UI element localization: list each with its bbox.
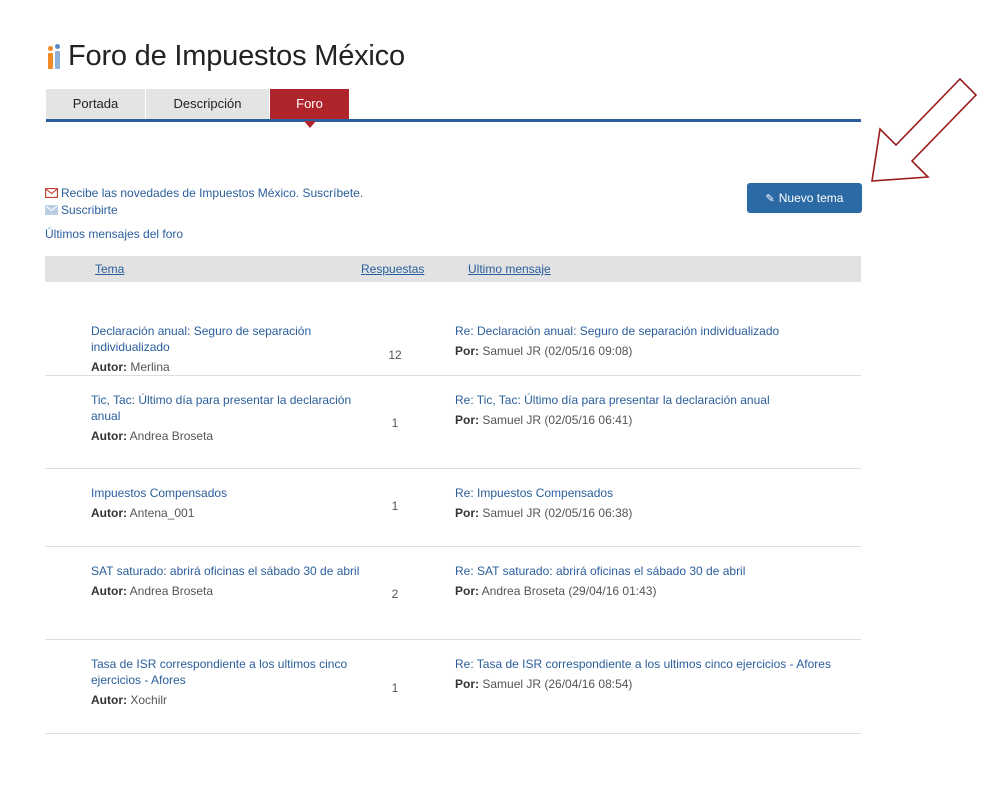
forum-table: Tema Respuestas Ultimo mensaje Declaraci… bbox=[45, 256, 861, 734]
last-posts-link[interactable]: Últimos mensajes del foro bbox=[45, 227, 183, 241]
topic-cell: Impuestos Compensados Autor: Antena_001 bbox=[91, 485, 366, 520]
impuestos-logo-icon bbox=[46, 43, 64, 70]
topic-cell: Tic, Tac: Último día para presentar la d… bbox=[91, 392, 366, 443]
table-row: Declaración anual: Seguro de separación … bbox=[45, 282, 861, 376]
last-message-author: Por: Andrea Broseta (29/04/16 01:43) bbox=[455, 584, 657, 598]
tab-bar: Portada Descripción Foro bbox=[46, 89, 861, 128]
replies-count: 12 bbox=[388, 348, 402, 362]
replies-count: 1 bbox=[391, 681, 399, 695]
table-row: Tic, Tac: Último día para presentar la d… bbox=[45, 376, 861, 469]
site-header: Foro de Impuestos México bbox=[46, 40, 405, 73]
tab-portada[interactable]: Portada bbox=[46, 89, 146, 119]
tab-foro[interactable]: Foro bbox=[270, 89, 350, 128]
topic-author: Autor: Andrea Broseta bbox=[91, 584, 214, 598]
table-header: Tema Respuestas Ultimo mensaje bbox=[45, 256, 861, 282]
topic-author: Autor: Merlina bbox=[91, 360, 170, 374]
subscribe-link[interactable]: Suscribirte bbox=[45, 203, 118, 217]
last-message-cell: Re: SAT saturado: abrirá oficinas el sáb… bbox=[455, 563, 855, 598]
last-message-author: Por: Samuel JR (02/05/16 09:08) bbox=[455, 344, 633, 358]
column-header-topic[interactable]: Tema bbox=[95, 262, 124, 276]
replies-count: 1 bbox=[391, 499, 399, 513]
last-message-link[interactable]: Re: Tic, Tac: Último día para presentar … bbox=[455, 392, 855, 408]
topic-author: Autor: Andrea Broseta bbox=[91, 429, 214, 443]
last-message-link[interactable]: Re: Impuestos Compensados bbox=[455, 485, 855, 501]
new-topic-button[interactable]: ✎ Nuevo tema bbox=[747, 183, 862, 213]
page-title: Foro de Impuestos México bbox=[68, 40, 405, 72]
topic-link[interactable]: Impuestos Compensados bbox=[91, 485, 366, 501]
topic-author: Autor: Xochilr bbox=[91, 693, 168, 707]
last-message-author: Por: Samuel JR (26/04/16 08:54) bbox=[455, 677, 633, 691]
new-topic-label: Nuevo tema bbox=[778, 191, 844, 205]
tab-descripcion[interactable]: Descripción bbox=[146, 89, 270, 119]
last-message-cell: Re: Tic, Tac: Último día para presentar … bbox=[455, 392, 855, 427]
table-row: SAT saturado: abrirá oficinas el sábado … bbox=[45, 547, 861, 640]
table-row: Tasa de ISR correspondiente a los ultimo… bbox=[45, 640, 861, 734]
pencil-icon: ✎ bbox=[765, 192, 775, 205]
topic-link[interactable]: Tasa de ISR correspondiente a los ultimo… bbox=[91, 656, 366, 688]
subscribe-link-text: Suscribirte bbox=[61, 203, 118, 217]
topic-link[interactable]: SAT saturado: abrirá oficinas el sábado … bbox=[91, 563, 366, 579]
last-message-cell: Re: Declaración anual: Seguro de separac… bbox=[455, 323, 855, 358]
last-message-link[interactable]: Re: Declaración anual: Seguro de separac… bbox=[455, 323, 855, 339]
table-row: Impuestos Compensados Autor: Antena_001 … bbox=[45, 469, 861, 547]
mail-icon bbox=[45, 205, 58, 215]
last-message-link[interactable]: Re: Tasa de ISR correspondiente a los ul… bbox=[455, 656, 855, 672]
topic-link[interactable]: Declaración anual: Seguro de separación … bbox=[91, 323, 366, 355]
topic-cell: Declaración anual: Seguro de separación … bbox=[91, 323, 366, 374]
topic-author: Autor: Antena_001 bbox=[91, 506, 195, 520]
subscribe-headline-text: Recibe las novedades de Impuestos México… bbox=[61, 186, 364, 200]
last-message-author: Por: Samuel JR (02/05/16 06:41) bbox=[455, 413, 633, 427]
topic-cell: Tasa de ISR correspondiente a los ultimo… bbox=[91, 656, 366, 707]
topic-link[interactable]: Tic, Tac: Último día para presentar la d… bbox=[91, 392, 366, 424]
last-message-author: Por: Samuel JR (02/05/16 06:38) bbox=[455, 506, 633, 520]
last-message-link[interactable]: Re: SAT saturado: abrirá oficinas el sáb… bbox=[455, 563, 855, 579]
envelope-icon bbox=[45, 188, 58, 198]
replies-count: 2 bbox=[391, 587, 399, 601]
column-header-replies[interactable]: Respuestas bbox=[361, 262, 424, 276]
replies-count: 1 bbox=[391, 416, 399, 430]
column-header-last-message[interactable]: Ultimo mensaje bbox=[468, 262, 551, 276]
last-message-cell: Re: Tasa de ISR correspondiente a los ul… bbox=[455, 656, 855, 691]
subscribe-headline[interactable]: Recibe las novedades de Impuestos México… bbox=[45, 186, 363, 200]
annotation-arrow-icon bbox=[871, 77, 978, 182]
topic-cell: SAT saturado: abrirá oficinas el sábado … bbox=[91, 563, 366, 598]
last-message-cell: Re: Impuestos Compensados Por: Samuel JR… bbox=[455, 485, 855, 520]
